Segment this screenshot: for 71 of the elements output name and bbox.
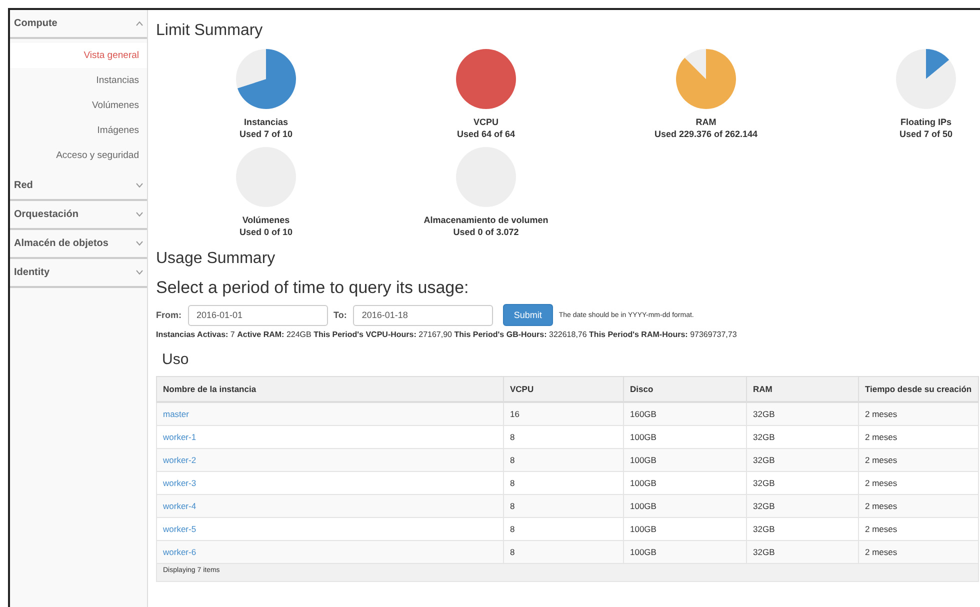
table-cell: 32GB [746, 448, 858, 472]
instance-link[interactable]: worker-1 [163, 432, 196, 442]
instance-link[interactable]: worker-4 [163, 501, 196, 511]
table-cell: 160GB [624, 402, 746, 426]
sidebar-section[interactable]: Almacén de objetos [10, 230, 147, 259]
submit-button[interactable]: Submit [502, 304, 553, 326]
section-title: Usage Summary [156, 250, 276, 268]
usage-text: Used 7 of 50 [899, 128, 953, 140]
table-title: Uso [162, 351, 190, 368]
sidebar-section[interactable]: Identity [10, 259, 147, 288]
column-header: Disco [624, 376, 746, 402]
sidebar-item[interactable]: Acceso y seguridad [10, 143, 147, 168]
instance-link[interactable]: worker-6 [163, 547, 196, 557]
usage-text: Used 7 of 10 [239, 128, 293, 140]
sidebar-section[interactable]: Orquestación [10, 201, 147, 230]
sidebar-item[interactable]: Vista general [10, 43, 147, 68]
table-cell: 8 [504, 540, 624, 564]
sidebar-section[interactable]: Compute [10, 10, 147, 39]
instance-link[interactable]: worker-3 [163, 478, 196, 488]
meter-label: Floating IPs [900, 116, 952, 128]
meter-label: RAM [696, 116, 716, 128]
section-label: Orquestación [14, 209, 78, 220]
table-cell: 16 [504, 402, 624, 426]
pie-slice [456, 49, 516, 109]
table-cell: 2 meses [858, 448, 978, 472]
meter-label: VCPU [473, 116, 498, 128]
section-title: Limit Summary [156, 22, 264, 40]
field-label: From: [156, 310, 182, 320]
usage-text: Used 0 of 10 [239, 226, 293, 238]
section-label: Compute [14, 18, 58, 29]
instance-link[interactable]: worker-2 [163, 455, 196, 465]
column-header: Tiempo desde su creación [858, 376, 978, 402]
table-cell: 2 meses [858, 494, 978, 518]
sidebar-item[interactable]: Instancias [10, 68, 147, 93]
column-header: VCPU [504, 376, 624, 402]
date-field[interactable]: 2016-01-18 [352, 304, 493, 326]
column-header: Nombre de la instancia [156, 376, 504, 402]
table-cell: 32GB [746, 540, 858, 564]
section-label: Identity [14, 267, 50, 278]
column-header: RAM [746, 376, 858, 402]
table-cell: 2 meses [858, 402, 978, 426]
table-cell: 32GB [746, 402, 858, 426]
usage-text: Used 64 of 64 [456, 128, 516, 140]
chevron-up-icon [136, 21, 143, 26]
meter-label: Volúmenes [242, 214, 290, 226]
section-subtitle: Select a period of time to query its usage: [156, 278, 470, 298]
table-cell: 100GB [624, 494, 746, 518]
sidebar-item[interactable]: Imágenes [10, 118, 147, 143]
sidebar-section[interactable]: Red [10, 172, 147, 201]
table-cell: 100GB [624, 540, 746, 564]
meter-label: Almacenamiento de volumen [424, 214, 548, 226]
field-label: To: [334, 310, 347, 320]
usage-text: Used 0 of 3.072 [453, 226, 519, 238]
chevron-down-icon [136, 212, 143, 217]
table-cell: 8 [504, 494, 624, 518]
date-field[interactable]: 2016-01-01 [188, 304, 328, 326]
meter-label: Instancias [244, 116, 288, 128]
chevron-down-icon [136, 270, 143, 275]
chevron-down-icon [136, 241, 143, 246]
chevron-down-icon [136, 183, 143, 188]
table-cell: 8 [504, 448, 624, 472]
table-cell: 2 meses [858, 540, 978, 564]
table-cell: 32GB [746, 494, 858, 518]
usage-text: Used 229.376 of 262.144 [654, 128, 758, 140]
usage-stats: Instancias Activas: 7 Active RAM: 224GB This Period's VCPU-Hours: 27167,90 This Period's GB-Hours: 322618,76 This Period's RAM-Hours: 97369737,73 [156, 330, 738, 339]
instance-link[interactable]: worker-5 [163, 524, 196, 534]
instance-link[interactable]: master [163, 409, 189, 419]
table-cell: 100GB [624, 448, 746, 472]
section-label: Red [14, 180, 33, 191]
section-label: Almacén de objetos [14, 238, 108, 249]
sidebar-item[interactable]: Volúmenes [10, 93, 147, 118]
